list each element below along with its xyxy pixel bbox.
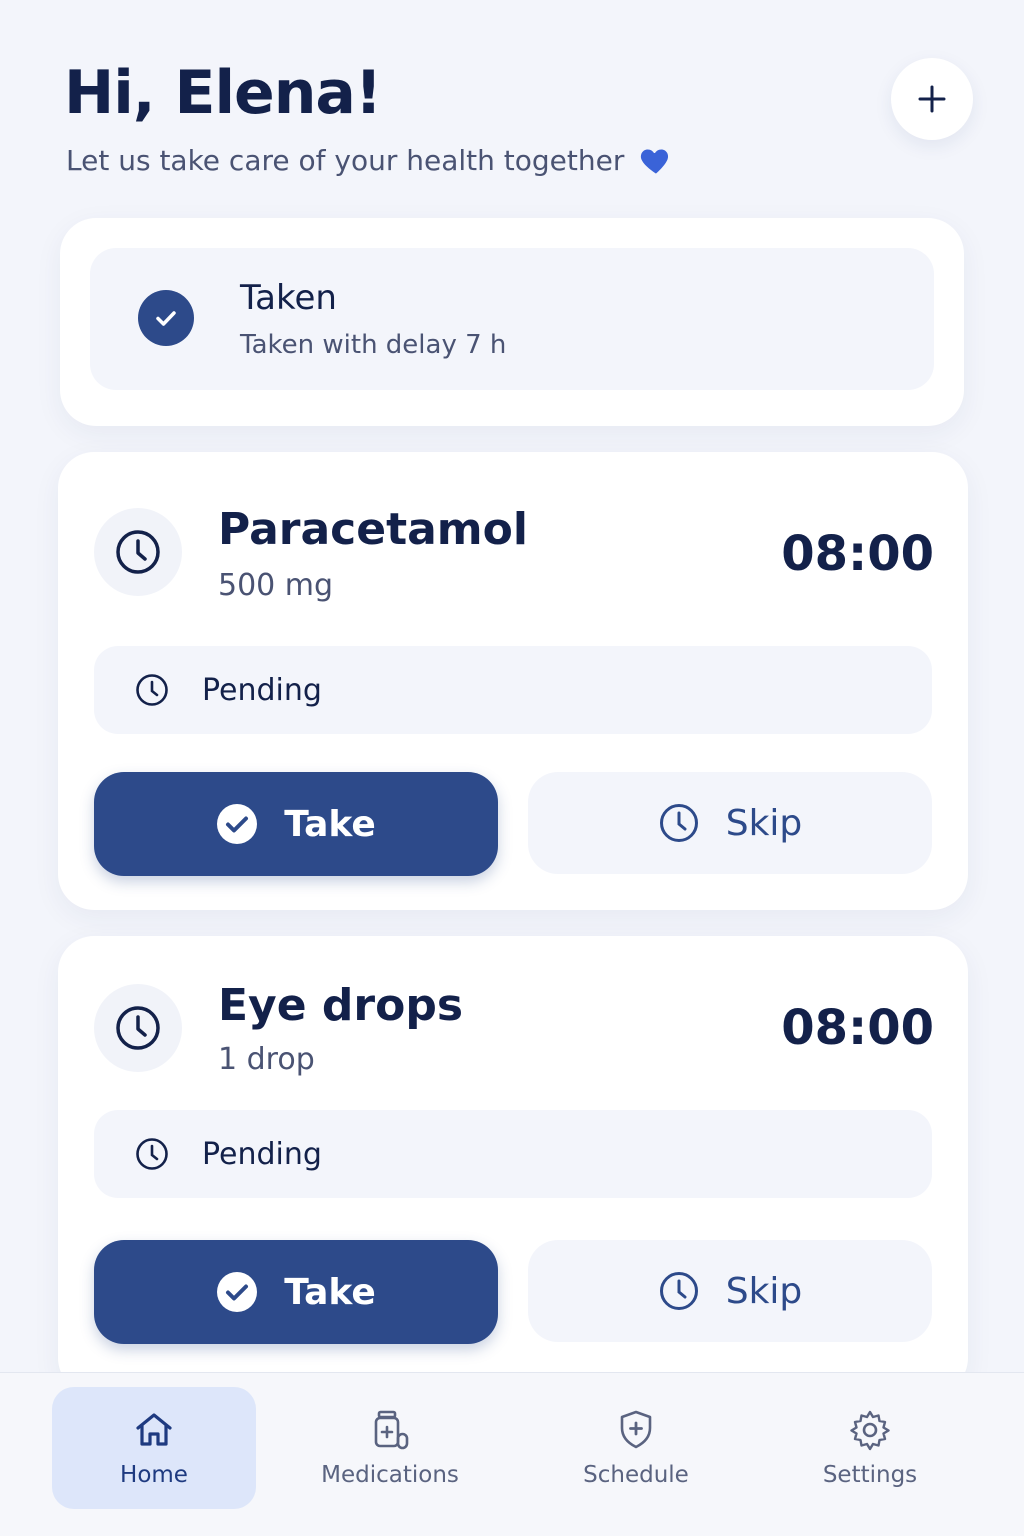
home-screen: Hi, Elena! Let us take care of your heal… — [0, 0, 1024, 1536]
nav-item-settings[interactable]: Settings — [768, 1387, 972, 1509]
clock-icon — [659, 1272, 698, 1310]
pending-clock-icon — [136, 1138, 168, 1170]
take-label: Take — [284, 803, 376, 845]
shield-plus-icon — [620, 1410, 652, 1449]
skip-button[interactable]: Skip — [528, 772, 932, 874]
bottom-navigation: Home Medications Schedule Settings — [0, 1372, 1024, 1536]
medication-dose: 500 mg — [218, 568, 334, 603]
taken-status-row[interactable]: Taken Taken with delay 7 h — [90, 248, 934, 390]
nav-item-schedule[interactable]: Schedule — [534, 1387, 738, 1509]
medication-bottle-icon — [374, 1410, 409, 1450]
clock-icon — [94, 508, 182, 596]
status-text: Pending — [202, 1136, 322, 1172]
add-medication-button[interactable] — [891, 58, 973, 140]
check-circle-icon — [217, 1272, 258, 1312]
nav-label: Schedule — [583, 1462, 689, 1488]
taken-title: Taken — [240, 278, 337, 318]
nav-item-medications[interactable]: Medications — [288, 1387, 492, 1509]
medication-name: Eye drops — [218, 980, 464, 1031]
check-circle-icon — [217, 804, 258, 844]
heart-icon — [641, 149, 669, 174]
nav-label: Medications — [321, 1462, 459, 1488]
medication-dose: 1 drop — [218, 1042, 315, 1077]
home-icon — [136, 1413, 172, 1446]
medication-card-paracetamol: Paracetamol 500 mg 08:00 Pending Take Sk… — [58, 452, 968, 910]
skip-label: Skip — [725, 802, 803, 844]
taken-subtitle: Taken with delay 7 h — [240, 330, 507, 360]
take-button[interactable]: Take — [94, 772, 498, 876]
take-button[interactable]: Take — [94, 1240, 498, 1344]
skip-label: Skip — [725, 1270, 803, 1312]
skip-button[interactable]: Skip — [528, 1240, 932, 1342]
medication-time: 08:00 — [781, 526, 934, 582]
plus-icon — [918, 85, 946, 113]
taken-summary-card: Taken Taken with delay 7 h — [60, 218, 964, 426]
status-badge: Pending — [94, 1110, 932, 1198]
subtitle-text: Let us take care of your health together — [66, 143, 625, 177]
medication-time: 08:00 — [781, 1000, 934, 1056]
medication-card-eye-drops: Eye drops 1 drop 08:00 Pending Take Skip — [58, 936, 968, 1394]
nav-item-home[interactable]: Home — [52, 1387, 256, 1509]
check-circle-icon — [138, 290, 194, 346]
nav-label: Home — [120, 1462, 188, 1488]
take-label: Take — [284, 1271, 376, 1313]
medication-name: Paracetamol — [218, 504, 528, 555]
status-badge: Pending — [94, 646, 932, 734]
clock-icon — [659, 804, 698, 842]
status-text: Pending — [202, 672, 322, 708]
clock-icon — [94, 984, 182, 1072]
nav-label: Settings — [822, 1462, 918, 1488]
greeting-subtitle: Let us take care of your health together — [66, 142, 674, 178]
greeting-title: Hi, Elena! — [64, 58, 382, 128]
pending-clock-icon — [136, 674, 168, 706]
gear-icon — [850, 1410, 890, 1451]
